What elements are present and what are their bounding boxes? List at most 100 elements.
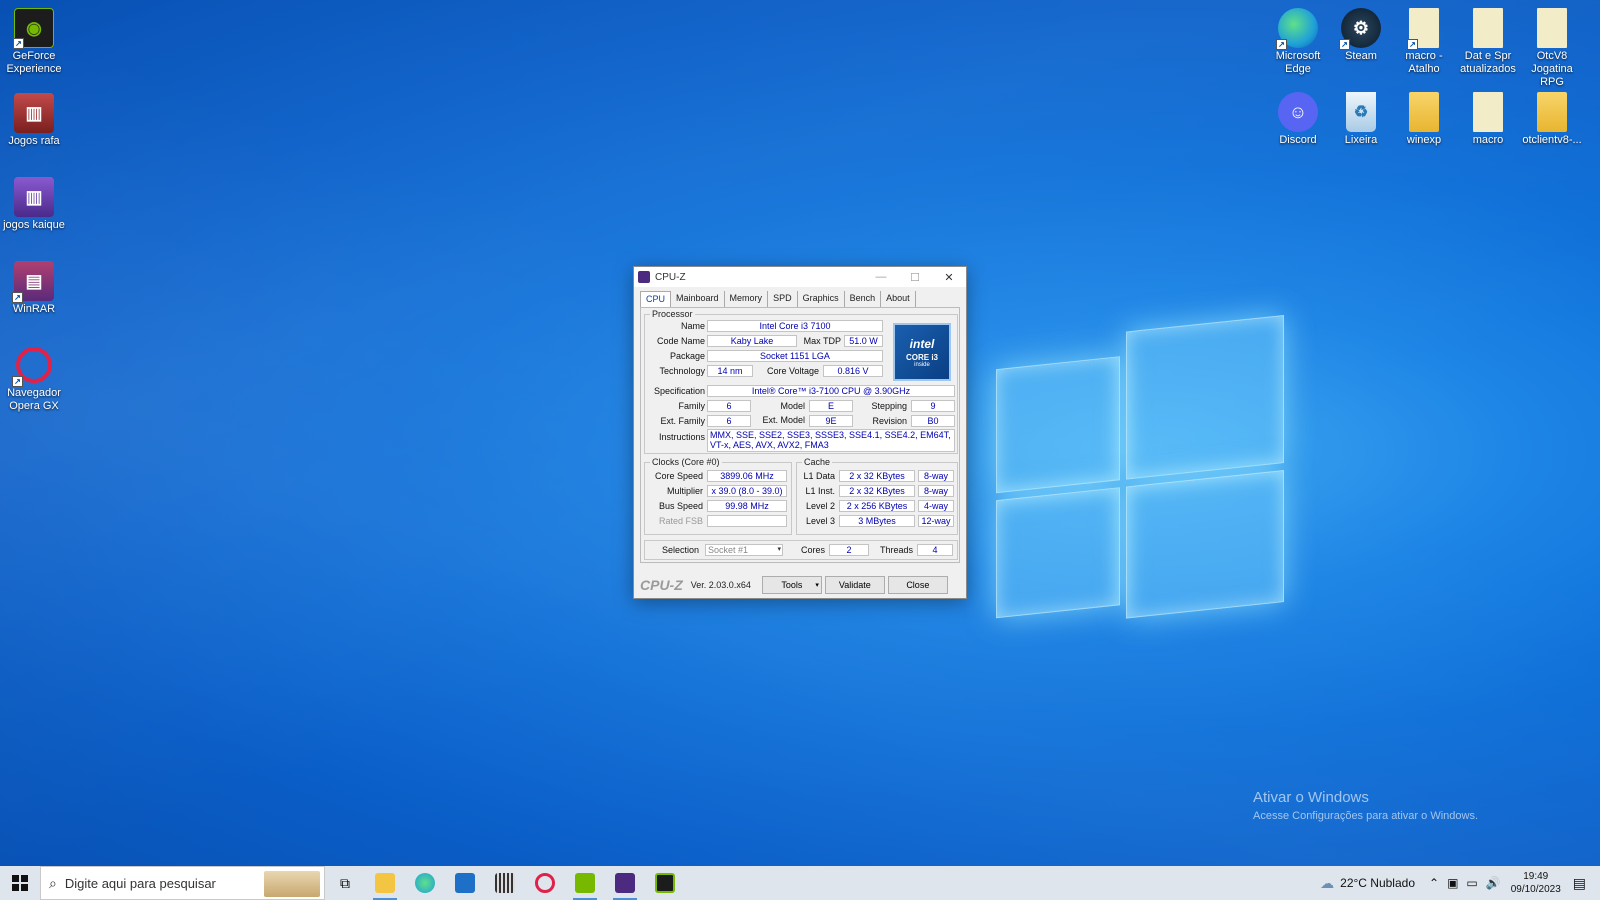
desktop-icon-jogos-rafa[interactable]: ▥ Jogos rafa bbox=[0, 93, 68, 148]
desktop-icon-jogos-kaique[interactable]: ▥ jogos kaique bbox=[0, 177, 68, 232]
file-icon bbox=[1537, 8, 1567, 48]
tab-bar: CPU Mainboard Memory SPD Graphics Bench … bbox=[634, 287, 966, 307]
activation-watermark-subtitle: Acesse Configurações para ativar o Windo… bbox=[1253, 810, 1478, 822]
desktop-icon-macro-atalho[interactable]: ↗ macro - Atalho bbox=[1390, 8, 1458, 76]
cpuz-window[interactable]: CPU-Z — ☐ ✕ CPU Mainboard Memory SPD Gra… bbox=[633, 266, 967, 599]
task-view-button[interactable]: ⧉ bbox=[325, 866, 365, 900]
barcode-app-icon bbox=[495, 873, 515, 893]
ratedfsb-label: Rated FSB bbox=[658, 516, 703, 526]
folder-icon bbox=[1537, 92, 1567, 132]
clocks-group-title: Clocks (Core #0) bbox=[650, 457, 722, 467]
cpuz-app-icon bbox=[638, 271, 650, 283]
windows-icon bbox=[12, 875, 28, 891]
cpu-tab-panel: Processor Name Intel Core i3 7100 Code N… bbox=[640, 307, 960, 563]
revision-label: Revision bbox=[872, 416, 907, 426]
instructions-label: Instructions bbox=[658, 432, 705, 442]
winrar-icon: ▤ ↗ bbox=[12, 261, 54, 303]
taskbar-mail[interactable] bbox=[445, 866, 485, 900]
desktop-icon-otclientv8[interactable]: otclientv8-... bbox=[1518, 92, 1586, 147]
start-button[interactable] bbox=[0, 866, 40, 900]
desktop-icon-winexp[interactable]: winexp bbox=[1390, 92, 1458, 147]
search-icon: ⌕ bbox=[49, 874, 57, 891]
desktop-icon-edge[interactable]: ↗ Microsoft Edge bbox=[1264, 8, 1332, 76]
clock-date: 09/10/2023 bbox=[1510, 884, 1561, 895]
tab-mainboard[interactable]: Mainboard bbox=[671, 291, 725, 307]
minimize-button[interactable]: — bbox=[864, 267, 898, 287]
tab-cpu[interactable]: CPU bbox=[640, 291, 672, 307]
window-title: CPU-Z bbox=[655, 271, 686, 283]
tab-spd[interactable]: SPD bbox=[768, 291, 798, 307]
clock[interactable]: 19:49 09/10/2023 bbox=[1511, 870, 1561, 896]
taskbar: ⌕ Digite aqui para pesquisar ⧉ ☁ 22°C Nu… bbox=[0, 866, 1600, 900]
technology-value: 14 nm bbox=[707, 365, 753, 377]
edge-icon: ↗ bbox=[1276, 8, 1318, 50]
taskbar-edge[interactable] bbox=[405, 866, 445, 900]
socket-select[interactable]: Socket #1 ▾ bbox=[705, 544, 783, 556]
cache-l1data-label: L1 Data bbox=[803, 471, 835, 481]
device-icon[interactable]: ▣ bbox=[1447, 876, 1458, 890]
desktop-icon-lixeira[interactable]: ♻ Lixeira bbox=[1327, 92, 1395, 147]
recycle-bin-icon: ♻ bbox=[1346, 92, 1376, 132]
tab-graphics[interactable]: Graphics bbox=[798, 291, 845, 307]
weather-text[interactable]: 22°C Nublado bbox=[1340, 876, 1415, 890]
opera-gx-icon: ↗ bbox=[12, 345, 54, 387]
file-icon bbox=[1473, 92, 1503, 132]
search-highlight-image bbox=[264, 871, 320, 897]
desktop-icon-discord[interactable]: ☺ Discord bbox=[1264, 92, 1332, 147]
steam-icon: ⚙ ↗ bbox=[1339, 8, 1381, 50]
close-window-button[interactable]: ✕ bbox=[932, 267, 966, 287]
desktop-icon-dat-spr[interactable]: Dat e Spr atualizados bbox=[1454, 8, 1522, 76]
multiplier-label: Multiplier bbox=[666, 486, 703, 496]
taskbar-geforce[interactable] bbox=[565, 866, 605, 900]
taskbar-nvidia[interactable] bbox=[645, 866, 685, 900]
search-box[interactable]: ⌕ Digite aqui para pesquisar bbox=[40, 866, 325, 900]
name-label: Name bbox=[680, 321, 705, 331]
taskbar-file-explorer[interactable] bbox=[365, 866, 405, 900]
specification-label: Specification bbox=[653, 386, 705, 396]
extfamily-label: Ext. Family bbox=[660, 416, 705, 426]
desktop-icon-macro[interactable]: macro bbox=[1454, 92, 1522, 147]
notification-icon[interactable]: ▤ bbox=[1573, 875, 1586, 892]
cache-l1inst-way: 8-way bbox=[918, 485, 954, 497]
volume-icon[interactable]: 🔊 bbox=[1486, 876, 1501, 890]
name-value: Intel Core i3 7100 bbox=[707, 320, 883, 332]
close-button[interactable]: Close bbox=[887, 576, 948, 594]
tab-about[interactable]: About bbox=[881, 291, 916, 307]
desktop-icon-winrar[interactable]: ▤ ↗ WinRAR bbox=[0, 261, 68, 316]
desktop-icon-otcv8[interactable]: OtcV8 Jogatina RPG bbox=[1518, 8, 1586, 89]
codename-label: Code Name bbox=[656, 336, 705, 346]
mail-icon bbox=[455, 873, 475, 893]
desktop-icon-steam[interactable]: ⚙ ↗ Steam bbox=[1327, 8, 1395, 63]
system-tray: ☁ 22°C Nublado ⌃ ▣ ▭ 🔊 19:49 09/10/2023 … bbox=[1320, 866, 1600, 900]
cache-level3-way: 12-way bbox=[918, 515, 954, 527]
cache-level2-way: 4-way bbox=[918, 500, 954, 512]
cache-level3-label: Level 3 bbox=[805, 516, 835, 526]
taskbar-opera-gx[interactable] bbox=[525, 866, 565, 900]
package-label: Package bbox=[669, 351, 705, 361]
technology-label: Technology bbox=[659, 366, 705, 376]
busspeed-label: Bus Speed bbox=[658, 501, 703, 511]
title-bar[interactable]: CPU-Z — ☐ ✕ bbox=[634, 267, 966, 287]
taskbar-app[interactable] bbox=[485, 866, 525, 900]
maximize-button[interactable]: ☐ bbox=[898, 267, 932, 287]
desktop-icon-opera-gx[interactable]: ↗ Navegador Opera GX bbox=[0, 345, 68, 413]
corevoltage-label: Core Voltage bbox=[766, 366, 819, 376]
network-icon[interactable]: ▭ bbox=[1466, 876, 1477, 890]
file-icon: ↗ bbox=[1407, 8, 1439, 50]
taskbar-cpuz[interactable] bbox=[605, 866, 645, 900]
desktop-icon-geforce[interactable]: ◉ ↗ GeForce Experience bbox=[0, 8, 68, 76]
archive-icon: ▥ bbox=[14, 177, 54, 217]
chevron-up-icon[interactable]: ⌃ bbox=[1429, 876, 1439, 890]
tab-bench[interactable]: Bench bbox=[845, 291, 882, 307]
nvidia-icon bbox=[655, 873, 675, 893]
threads-label: Threads bbox=[879, 545, 913, 555]
file-explorer-icon bbox=[375, 873, 395, 893]
geforce-icon: ◉ ↗ bbox=[13, 8, 54, 49]
validate-button[interactable]: Validate bbox=[824, 576, 885, 594]
edge-icon bbox=[415, 873, 435, 893]
tools-button[interactable]: Tools ▾ bbox=[761, 576, 822, 594]
multiplier-value: x 39.0 (8.0 - 39.0) bbox=[707, 485, 787, 497]
cache-group-title: Cache bbox=[802, 457, 833, 467]
clock-time: 19:49 bbox=[1523, 871, 1549, 882]
tab-memory[interactable]: Memory bbox=[725, 291, 769, 307]
